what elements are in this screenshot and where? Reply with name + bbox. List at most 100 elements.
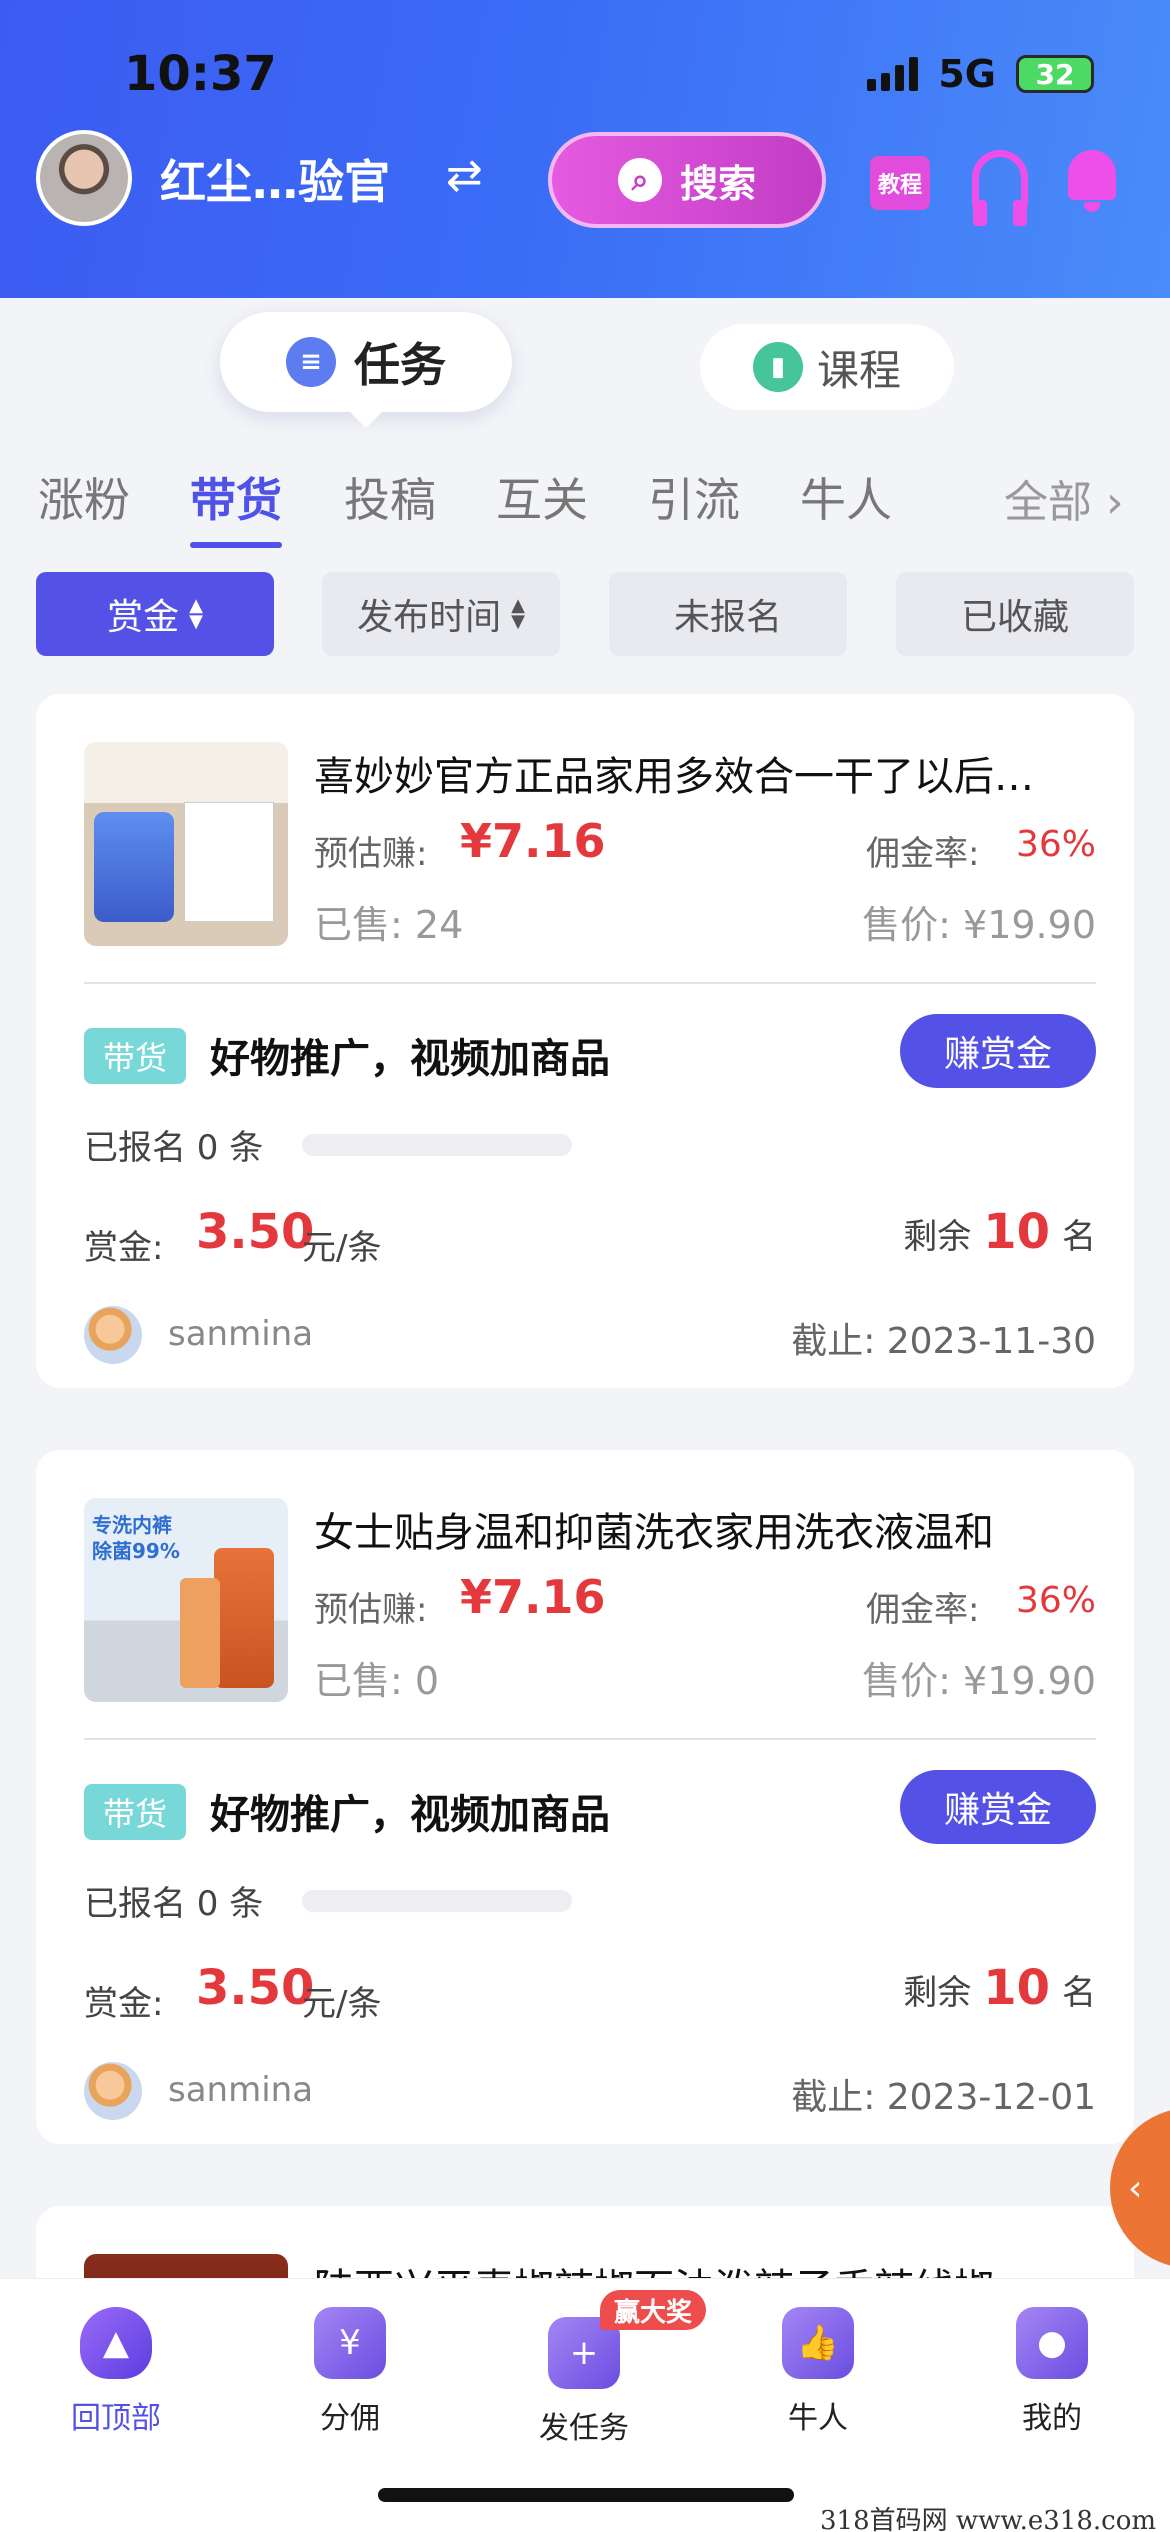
task-card[interactable]: 专洗内裤 除菌99% 女士贴身温和抑菌洗衣家用洗衣液温和 预估赚: ¥7.16 佣… [36,1450,1134,2144]
chevron-left-icon: ‹ [1128,2167,1143,2209]
product-title[interactable]: 喜妙妙官方正品家用多效合一干了以后… [314,744,1094,802]
reward-label: 赏金: [84,1984,164,2024]
filter-label: 赏金 [107,597,180,638]
rate-value: 36% [1015,824,1096,865]
category-tabs: 涨粉 带货 投稿 互关 引流 牛人 [38,464,1138,548]
price: 售价: ¥19.90 [862,1650,1096,1705]
nav-label: 牛人 [788,2401,848,2436]
publisher-avatar[interactable] [84,1306,142,1364]
rate-label: 佣金率: [866,1590,980,1630]
search-button[interactable]: ⌕ 搜索 [548,132,826,228]
reward-value: 3.50 [196,1204,315,1260]
task-card[interactable]: 喜妙妙官方正品家用多效合一干了以后… 预估赚: ¥7.16 佣金率: 36% 已… [36,694,1134,1388]
bookmark-icon: ▮ [752,342,803,392]
filter-bar: 赏金 ▲ ▼ 发布时间 ▲ ▼ 未报名 已收藏 [36,572,1134,656]
sold-value: 24 [414,903,464,947]
earn-reward-button[interactable]: 赚赏金 [900,1014,1096,1088]
switch-account-icon[interactable]: ⇄ [446,150,483,201]
divider [84,982,1096,984]
task-title: 好物推广，视频加商品 [210,1036,610,1082]
publisher-avatar[interactable] [84,2062,142,2120]
filter-favorited[interactable]: 已收藏 [896,572,1134,656]
headset-icon[interactable] [972,150,1028,226]
price-value: ¥19.90 [963,1659,1096,1703]
category-tab[interactable]: 互关 [496,464,588,530]
search-icon: ⌕ [617,158,662,202]
category-tab[interactable]: 涨粉 [38,464,130,530]
nav-back-to-top[interactable]: ▲ 回顶部 [26,2297,206,2437]
estimate-value: ¥7.16 [460,1570,606,1624]
signup-progress [302,1134,572,1156]
estimate-label: 预估赚: [314,834,428,874]
thumb-up-icon: 👍 [782,2307,854,2379]
tab-task[interactable]: ≡ 任务 [220,312,512,428]
deadline: 截止: 2023-12-01 [791,2068,1096,2120]
remain-prefix: 剩余 [903,1217,972,1257]
filter-label: 发布时间 [357,597,502,638]
tab-task-label: 任务 [354,338,446,392]
remain-value: 10 [983,1960,1050,2016]
task-tag: 带货 [84,1784,186,1840]
search-label: 搜索 [679,161,756,206]
category-all[interactable]: 全部 › [1004,466,1124,530]
remain-suffix: 名 [1062,1217,1096,1257]
signup-progress [302,1890,572,1912]
earn-reward-button[interactable]: 赚赏金 [900,1770,1096,1844]
category-tab[interactable]: 引流 [648,464,740,530]
deadline-label: 截止: [791,1321,876,1362]
signal-icon [867,57,919,91]
tab-course[interactable]: ▮ 课程 [700,324,954,410]
category-tab[interactable]: 牛人 [800,464,892,530]
sort-icon: ▲ ▼ [189,595,203,632]
rate-value: 36% [1015,1580,1096,1621]
filter-unregistered[interactable]: 未报名 [609,572,847,656]
remain-suffix: 名 [1062,1973,1096,2013]
deadline-label: 截止: [791,2077,876,2118]
remain-value: 10 [983,1204,1050,1260]
reward-value: 3.50 [196,1960,315,2016]
category-tab[interactable]: 投稿 [344,464,436,530]
nav-commission[interactable]: ¥ 分佣 [260,2297,440,2437]
rocket-icon: ▲ [80,2307,152,2379]
network-type: 5G [938,52,996,96]
category-tab-active[interactable]: 带货 [190,464,282,548]
tutorial-icon[interactable]: 教程 [870,156,930,210]
nav-experts[interactable]: 👍 牛人 [728,2297,908,2437]
estimate-label: 预估赚: [314,1590,428,1630]
user-avatar[interactable] [36,130,132,226]
filter-publish-time[interactable]: 发布时间 ▲ ▼ [322,572,560,656]
signed-count: 已报名 0 条 [84,1884,264,1924]
nav-label: 我的 [1022,2401,1082,2436]
user-name[interactable]: 红尘…验官 [160,146,390,212]
product-image[interactable] [84,742,288,946]
sold-value: 0 [414,1659,440,1703]
sold-label: 已售: [314,1659,403,1703]
status-time: 10:37 [124,46,277,102]
reward-unit: 元/条 [302,1984,382,2024]
watermark: 318首码网 www.e318.com [820,2506,1156,2532]
remaining-slots: 剩余 10 名 [903,1960,1096,2016]
battery-icon: 32 [1016,55,1094,93]
price-label: 售价: [862,903,951,947]
tab-course-label: 课程 [816,345,901,395]
remain-prefix: 剩余 [903,1973,972,2013]
price-label: 售价: [862,1659,951,1703]
task-tag: 带货 [84,1028,186,1084]
product-image[interactable]: 专洗内裤 除菌99% [84,1498,288,1702]
nav-mine[interactable]: ● 我的 [962,2297,1142,2437]
sold-count: 已售: 24 [314,894,463,949]
deadline: 截止: 2023-11-30 [791,1312,1096,1364]
product-title[interactable]: 女士贴身温和抑菌洗衣家用洗衣液温和 [314,1500,1094,1558]
yen-icon: ¥ [314,2307,386,2379]
deadline-value: 2023-12-01 [886,2077,1096,2118]
publisher-name[interactable]: sanmina [168,1314,313,1354]
sold-label: 已售: [314,903,403,947]
task-icon: ≡ [286,337,336,387]
home-indicator[interactable] [378,2488,794,2502]
status-icons: 5G 32 [867,52,1094,96]
filter-reward[interactable]: 赏金 ▲ ▼ [36,572,274,656]
bell-icon[interactable] [1068,150,1116,212]
publisher-name[interactable]: sanmina [168,2070,313,2110]
app-screen: 10:37 5G 32 红尘…验官 ⇄ ⌕ 搜索 教程 ≡ 任务 ▮ 课程 涨粉… [0,0,1170,2532]
remaining-slots: 剩余 10 名 [903,1204,1096,1260]
